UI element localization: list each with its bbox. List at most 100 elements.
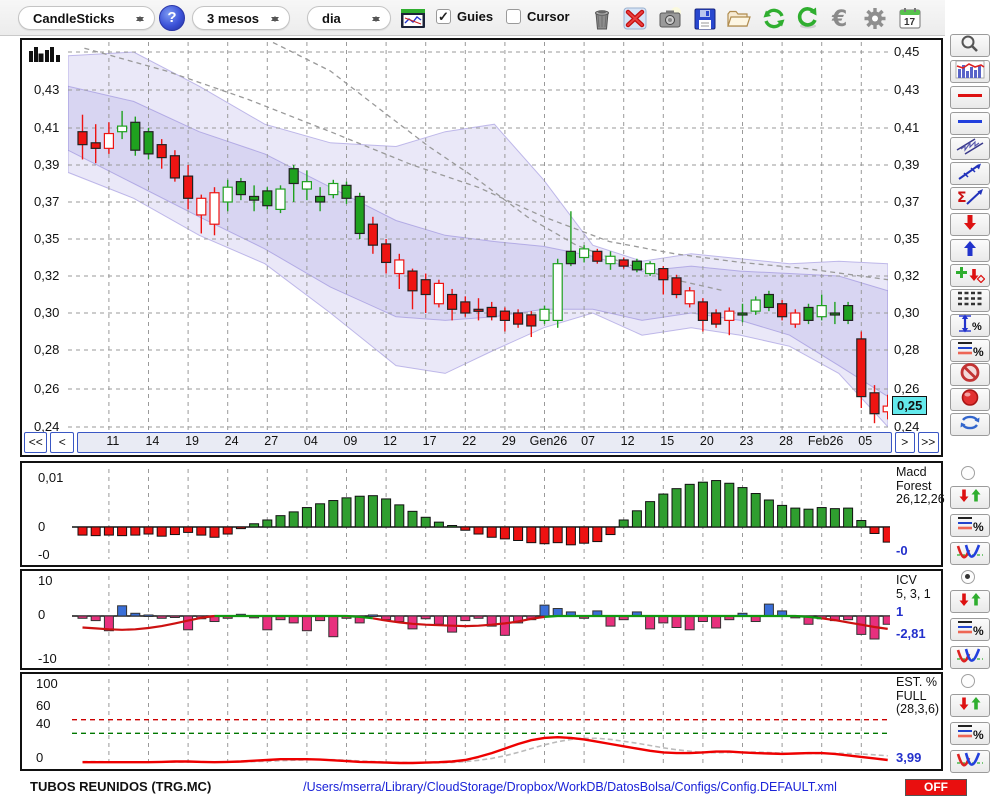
levels-icon bbox=[955, 289, 985, 313]
forbid-icon bbox=[955, 362, 985, 387]
blue-line-button[interactable] bbox=[950, 112, 990, 135]
icv-lines-percent-button[interactable]: % bbox=[950, 618, 990, 641]
updown-arrows-icon bbox=[955, 590, 985, 614]
lines-percent-icon: % bbox=[955, 618, 985, 642]
date-strip[interactable]: 11 14 19 24 27 04 09 12 17 22 29 Gen26 07 12 15 20 23 28 F… bbox=[76, 432, 892, 453]
zoom-button[interactable] bbox=[950, 34, 990, 57]
sigma-trend-button[interactable]: Σ bbox=[950, 187, 990, 210]
levels-button[interactable] bbox=[950, 289, 990, 312]
date-label: 17 bbox=[422, 434, 437, 448]
candlestick-plot[interactable] bbox=[68, 42, 888, 433]
icv-panel: Indice Calidad Vela ICV 5, 3, 1 1 -2,81 10… bbox=[20, 569, 943, 670]
trendline-button[interactable] bbox=[950, 162, 990, 185]
save-icon[interactable] bbox=[691, 5, 719, 32]
date-label: 09 bbox=[343, 434, 358, 448]
curves-icon bbox=[955, 646, 985, 670]
macd-select-radio[interactable] bbox=[961, 466, 975, 480]
date-label: 20 bbox=[699, 434, 714, 448]
red-line-button[interactable] bbox=[950, 86, 990, 109]
lines-percent-button[interactable]: % bbox=[950, 339, 990, 362]
icv-curves-button[interactable] bbox=[950, 646, 990, 669]
red-line-icon bbox=[955, 86, 985, 110]
price-tick-label: 0,35 bbox=[34, 231, 60, 246]
signals-icon bbox=[955, 264, 986, 288]
price-volume-icon bbox=[955, 60, 985, 84]
icv-plot[interactable] bbox=[72, 576, 890, 666]
measure-percent-icon: % bbox=[955, 314, 985, 338]
stoch-lines-percent-button[interactable]: % bbox=[950, 722, 990, 745]
config-path-link[interactable]: /Users/mserra/Library/CloudStorage/Dropb… bbox=[250, 780, 890, 794]
stoch-curves-button[interactable] bbox=[950, 750, 990, 773]
status-bar: TUBOS REUNIDOS (TRG.MC) /Users/mserra/Li… bbox=[0, 775, 1000, 800]
last-price-tag: 0,25 bbox=[892, 396, 928, 416]
chart-type-value: CandleSticks bbox=[33, 10, 115, 26]
curves-icon bbox=[955, 542, 985, 566]
price-tick-label: 0,35 bbox=[894, 231, 920, 246]
icv-tick-label: -10 bbox=[38, 651, 57, 666]
stoch-tick-label: 0 bbox=[36, 750, 44, 765]
tool-sidebar: Σ%%%%% bbox=[945, 0, 1000, 800]
chevron-updown-icon bbox=[371, 11, 381, 27]
macd-curves-button[interactable] bbox=[950, 542, 990, 565]
price-tick-label: 0,32 bbox=[34, 268, 60, 283]
macd-plot[interactable] bbox=[72, 469, 890, 559]
guies-checkbox[interactable]: ✓ Guies bbox=[436, 9, 493, 24]
stoch-tick-label: 100 bbox=[36, 676, 58, 691]
open-folder-icon[interactable] bbox=[725, 5, 753, 32]
stochastic-plot[interactable] bbox=[72, 679, 890, 767]
macd-lines-percent-button[interactable]: % bbox=[950, 514, 990, 537]
period-select[interactable]: 3 mesos bbox=[192, 6, 290, 30]
stoch-updown-arrows-button[interactable] bbox=[950, 694, 990, 717]
stoch-select-radio[interactable] bbox=[961, 674, 975, 688]
date-label: Gen26 bbox=[529, 434, 568, 448]
price-tick-label: 0,39 bbox=[34, 157, 60, 172]
arrow-down-button[interactable] bbox=[950, 213, 990, 236]
icv-tick-label: 10 bbox=[38, 573, 53, 588]
guies-label: Guies bbox=[457, 9, 494, 24]
price-tick-label: 0,30 bbox=[34, 305, 60, 320]
macd-panel: Histgrama MACD Macd Forest 26,12,26 -0 0,0… bbox=[20, 461, 945, 567]
sync-icon[interactable] bbox=[794, 5, 822, 32]
nav-next-button[interactable]: > bbox=[894, 432, 915, 453]
swap-button[interactable] bbox=[950, 413, 990, 436]
nav-prev-button[interactable]: < bbox=[50, 432, 74, 453]
calendar-icon[interactable]: 17 bbox=[896, 5, 924, 32]
svg-text:€: € bbox=[831, 7, 847, 32]
arrow-up-button[interactable] bbox=[950, 239, 990, 262]
chart-config-icon[interactable] bbox=[399, 5, 427, 32]
nav-first-button[interactable]: << bbox=[24, 432, 48, 453]
chart-type-select[interactable]: CandleSticks bbox=[18, 6, 155, 30]
euro-icon[interactable]: € bbox=[827, 5, 855, 32]
gear-icon[interactable] bbox=[861, 5, 889, 32]
measure-percent-button[interactable]: % bbox=[950, 314, 990, 337]
macd-updown-arrows-button[interactable] bbox=[950, 486, 990, 509]
help-button[interactable]: ? bbox=[159, 5, 185, 31]
trash-icon[interactable] bbox=[588, 5, 616, 32]
record-button[interactable] bbox=[950, 388, 990, 411]
macd-tick-label: 0 bbox=[38, 519, 46, 534]
refresh-icon[interactable] bbox=[760, 5, 788, 32]
checkbox-check-icon bbox=[506, 9, 521, 24]
forbid-button[interactable] bbox=[950, 362, 990, 387]
delete-icon[interactable] bbox=[621, 5, 649, 32]
updown-arrows-icon bbox=[955, 694, 985, 718]
icv-select-radio[interactable] bbox=[961, 570, 975, 584]
date-label: 11 bbox=[106, 434, 120, 448]
cursor-checkbox[interactable]: Cursor bbox=[506, 9, 570, 24]
timeframe-select[interactable]: dia bbox=[307, 6, 391, 30]
macd-value: -0 bbox=[896, 543, 908, 558]
price-volume-button[interactable] bbox=[950, 60, 990, 83]
price-tick-label: 0,28 bbox=[894, 342, 920, 357]
macd-params-label: Macd Forest 26,12,26 bbox=[896, 465, 945, 506]
channel-button[interactable] bbox=[950, 137, 990, 160]
date-label: 12 bbox=[383, 434, 397, 448]
camera-icon[interactable] bbox=[656, 5, 684, 32]
icv-updown-arrows-button[interactable] bbox=[950, 590, 990, 613]
off-toggle-button[interactable]: OFF bbox=[905, 779, 967, 796]
price-tick-label: 0,43 bbox=[34, 82, 60, 97]
swap-icon bbox=[955, 413, 985, 437]
icv-value: -2,81 bbox=[896, 626, 926, 641]
nav-last-button[interactable]: >> bbox=[917, 432, 940, 453]
date-label: 07 bbox=[581, 434, 595, 448]
signals-button[interactable] bbox=[950, 264, 990, 287]
